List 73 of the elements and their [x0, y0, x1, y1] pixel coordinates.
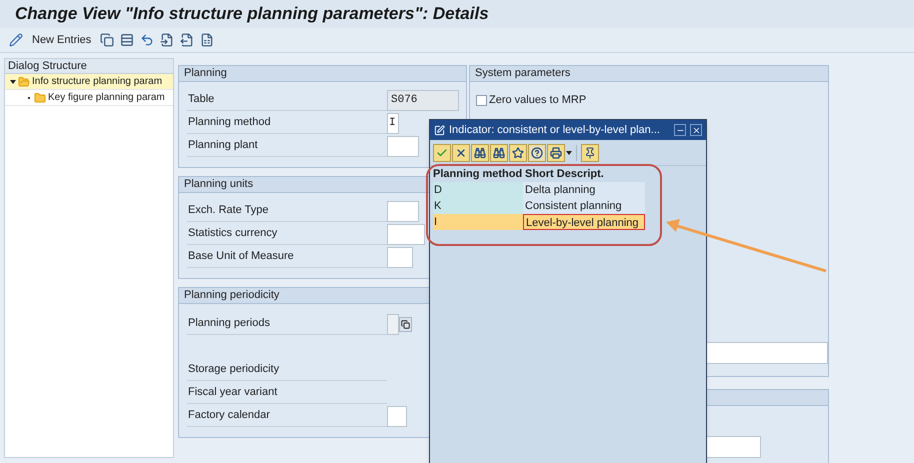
- print-icon: [550, 146, 562, 158]
- list-row[interactable]: K Consistent planning: [433, 198, 645, 214]
- field-label: Statistics currency: [187, 224, 387, 245]
- popup-title: Indicator: consistent or level-by-level plan...: [449, 122, 660, 138]
- star-button[interactable]: [509, 144, 527, 162]
- check-button[interactable]: [433, 144, 451, 162]
- field-label: Planning plant: [187, 136, 387, 157]
- table-cell: Level-by-level planning: [523, 214, 645, 230]
- pin-icon: [584, 146, 596, 158]
- panel-title: Dialog Structure: [8, 58, 87, 74]
- table-cell: D: [433, 182, 523, 198]
- document-import-icon[interactable]: [160, 33, 174, 47]
- edit-icon[interactable]: [9, 33, 23, 47]
- group-box-title: Planning units: [184, 177, 254, 192]
- search-next-icon: [493, 146, 505, 158]
- checkbox[interactable]: [476, 94, 487, 106]
- spreadsheet-icon[interactable]: [200, 33, 214, 47]
- input-field[interactable]: I: [387, 113, 399, 134]
- folder-icon: [18, 76, 30, 88]
- column-header: Short Descript.: [524, 167, 605, 182]
- checkbox-label: Zero values to MRP: [489, 93, 586, 108]
- new-entries-button[interactable]: New Entries: [29, 32, 94, 48]
- list-row[interactable]: D Delta planning: [433, 182, 645, 198]
- field-label: Storage periodicity: [187, 360, 387, 381]
- help-button[interactable]: [528, 144, 546, 162]
- table-cell: Delta planning: [523, 182, 645, 198]
- field-label: Planning periods: [187, 314, 387, 335]
- tree-item[interactable]: Key figure planning param: [5, 90, 173, 106]
- copy-icon[interactable]: [100, 33, 114, 47]
- input-field[interactable]: [387, 224, 425, 245]
- field-label: Base Unit of Measure: [187, 248, 387, 268]
- undo-icon[interactable]: [140, 33, 154, 47]
- field-label: Factory calendar: [187, 406, 387, 427]
- minimize-button[interactable]: [674, 124, 686, 136]
- document-export-icon[interactable]: [180, 33, 194, 47]
- table-cell: K: [433, 198, 523, 214]
- input-field[interactable]: [387, 201, 419, 222]
- close-icon: [692, 126, 700, 134]
- check-icon: [436, 146, 448, 158]
- field-label: Table: [187, 90, 387, 111]
- star-icon: [512, 146, 524, 158]
- table-cell-text: I: [433, 215, 438, 230]
- field-label: Planning method: [187, 114, 387, 134]
- dropdown-caret-icon[interactable]: [566, 150, 572, 154]
- group-box-title: Planning: [184, 66, 227, 82]
- table-rows-icon[interactable]: [120, 33, 134, 47]
- value-help-button[interactable]: [399, 317, 412, 332]
- input-field[interactable]: [387, 247, 413, 268]
- table-cell: Consistent planning: [523, 198, 645, 214]
- print-button[interactable]: [547, 144, 565, 162]
- search-button[interactable]: [471, 144, 489, 162]
- close-button[interactable]: [452, 144, 470, 162]
- search-icon: [474, 146, 486, 158]
- group-box-title: Planning periodicity: [184, 288, 280, 304]
- list-row[interactable]: I Level-by-level planning: [433, 214, 645, 230]
- close-icon: [455, 146, 467, 158]
- field-label: Fiscal year variant: [187, 384, 387, 404]
- input-field[interactable]: [387, 136, 419, 157]
- search-next-button[interactable]: [490, 144, 508, 162]
- group-box-title: System parameters: [475, 66, 570, 82]
- field-label: Exch. Rate Type: [187, 202, 387, 222]
- input-field[interactable]: [387, 406, 407, 427]
- help-icon: [531, 146, 543, 158]
- input-field[interactable]: [387, 314, 399, 335]
- column-header: Planning method: [433, 167, 523, 182]
- copy-icon: [401, 320, 410, 329]
- tree-item[interactable]: Info structure planning param: [5, 74, 173, 90]
- display-field: S076: [387, 90, 459, 111]
- folder-icon: [34, 92, 46, 104]
- filter-button[interactable]: [581, 144, 599, 162]
- window-title: Change View "Info structure planning parameters": Details: [15, 3, 489, 26]
- close-button[interactable]: [690, 124, 702, 136]
- dialog-icon: [434, 124, 445, 136]
